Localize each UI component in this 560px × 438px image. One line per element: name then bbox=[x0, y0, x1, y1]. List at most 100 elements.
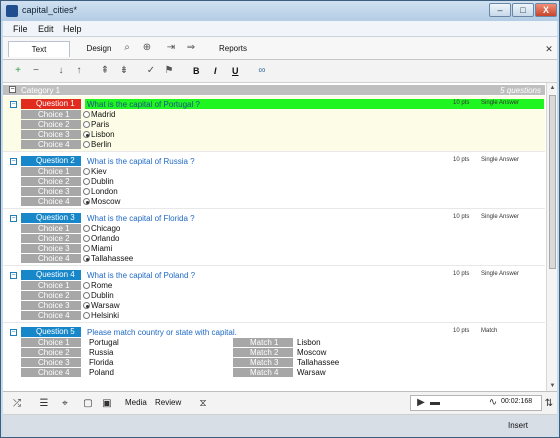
radio-button[interactable] bbox=[83, 245, 90, 252]
forward-icon[interactable]: ⇒ bbox=[185, 42, 197, 54]
collapse-icon[interactable]: − bbox=[10, 272, 17, 279]
question-2[interactable]: − Question 2 What is the capital of Russ… bbox=[3, 153, 545, 209]
question-3[interactable]: − Question 3 What is the capital of Flor… bbox=[3, 210, 545, 266]
category-header[interactable]: − Category 1 5 questions bbox=[3, 85, 545, 95]
choice-text[interactable]: Lisbon bbox=[91, 130, 115, 139]
match-text[interactable]: Lisbon bbox=[297, 338, 321, 347]
radio-button[interactable] bbox=[83, 188, 90, 195]
choice-text[interactable]: Rome bbox=[91, 281, 112, 290]
match-text[interactable]: Tallahassee bbox=[297, 358, 339, 367]
question-text[interactable]: What is the capital of Russia ? bbox=[87, 157, 195, 166]
collapse-icon[interactable]: − bbox=[10, 158, 17, 165]
question-4[interactable]: − Question 4 What is the capital of Pola… bbox=[3, 267, 545, 323]
choice-text[interactable]: Paris bbox=[91, 120, 109, 129]
choice-text[interactable]: Poland bbox=[89, 368, 114, 377]
add-icon[interactable]: + bbox=[12, 65, 24, 77]
sort-icon[interactable]: ⇅ bbox=[543, 398, 555, 410]
bold-button[interactable]: B bbox=[193, 66, 200, 76]
menu-help[interactable]: Help bbox=[63, 24, 82, 34]
timer-icon[interactable]: ⧖ bbox=[197, 398, 209, 410]
media-button[interactable]: Media bbox=[125, 398, 147, 407]
scroll-down-icon[interactable]: ▼ bbox=[549, 382, 556, 390]
question-header[interactable]: − Question 1 What is the capital of Port… bbox=[10, 99, 545, 109]
choice-text[interactable]: Dublin bbox=[91, 177, 114, 186]
list-icon[interactable]: ☰ bbox=[38, 398, 50, 410]
question-header[interactable]: − Question 5 Please match country or sta… bbox=[10, 327, 545, 337]
radio-button-selected[interactable] bbox=[83, 131, 90, 138]
match-text[interactable]: Moscow bbox=[297, 348, 326, 357]
radio-button[interactable] bbox=[83, 282, 90, 289]
question-header[interactable]: − Question 3 What is the capital of Flor… bbox=[10, 213, 545, 223]
underline-button[interactable]: U bbox=[232, 66, 239, 76]
stop-icon[interactable]: ▬ bbox=[429, 397, 441, 409]
reports-button[interactable]: Reports bbox=[213, 41, 253, 57]
delete-row-icon[interactable]: ⇟ bbox=[118, 65, 130, 77]
indent-icon[interactable]: ⇥ bbox=[165, 42, 177, 54]
question-1[interactable]: − Question 1 What is the capital of Port… bbox=[3, 96, 545, 152]
collapse-icon[interactable]: − bbox=[10, 101, 17, 108]
choice-text[interactable]: Tallahassee bbox=[91, 254, 133, 263]
question-text[interactable]: What is the capital of Portugal ? bbox=[87, 100, 200, 109]
question-text[interactable]: Please match country or state with capit… bbox=[87, 328, 237, 337]
zoom-icon[interactable]: ⌕ bbox=[121, 42, 133, 54]
radio-button[interactable] bbox=[83, 168, 90, 175]
radio-button[interactable] bbox=[83, 111, 90, 118]
collapse-icon[interactable]: − bbox=[10, 215, 17, 222]
choice-text[interactable]: Moscow bbox=[91, 197, 120, 206]
find-icon[interactable]: ⊕ bbox=[141, 42, 153, 54]
choice-text[interactable]: Russia bbox=[89, 348, 113, 357]
shuffle-icon[interactable]: ⤮ bbox=[11, 398, 23, 410]
italic-button[interactable]: I bbox=[214, 66, 217, 76]
remove-icon[interactable]: − bbox=[30, 65, 42, 77]
choice-text[interactable]: Portugal bbox=[89, 338, 119, 347]
collapse-icon[interactable]: − bbox=[9, 86, 16, 93]
question-header[interactable]: − Question 4 What is the capital of Pola… bbox=[10, 270, 545, 280]
choice-text[interactable]: Berlin bbox=[91, 140, 111, 149]
radio-button[interactable] bbox=[83, 235, 90, 242]
scroll-up-icon[interactable]: ▲ bbox=[549, 84, 556, 92]
radio-button[interactable] bbox=[83, 225, 90, 232]
check-icon[interactable]: ✓ bbox=[145, 65, 157, 77]
radio-button[interactable] bbox=[83, 121, 90, 128]
link-icon[interactable]: ∞ bbox=[256, 65, 268, 77]
radio-button[interactable] bbox=[83, 141, 90, 148]
match-text[interactable]: Warsaw bbox=[297, 368, 326, 377]
menu-file[interactable]: File bbox=[13, 24, 28, 34]
scroll-thumb[interactable] bbox=[549, 95, 556, 269]
close-panel-icon[interactable]: ✕ bbox=[543, 43, 555, 55]
vertical-scrollbar[interactable]: ▲ ▼ bbox=[546, 83, 557, 391]
question-5[interactable]: − Question 5 Please match country or sta… bbox=[3, 324, 545, 391]
tab-design[interactable]: Design bbox=[73, 41, 125, 57]
insert-button[interactable]: Insert bbox=[508, 421, 528, 430]
pin-icon[interactable]: ⌖ bbox=[59, 398, 71, 410]
choice-text[interactable]: Orlando bbox=[91, 234, 119, 243]
move-down-icon[interactable]: ↓ bbox=[55, 65, 67, 77]
minimize-button[interactable]: – bbox=[489, 3, 511, 17]
radio-button[interactable] bbox=[83, 178, 90, 185]
tab-text[interactable]: Text bbox=[8, 41, 70, 57]
choice-text[interactable]: Chicago bbox=[91, 224, 120, 233]
radio-button[interactable] bbox=[83, 312, 90, 319]
choice-text[interactable]: Madrid bbox=[91, 110, 115, 119]
radio-button-selected[interactable] bbox=[83, 198, 90, 205]
insert-row-icon[interactable]: ⇞ bbox=[99, 65, 111, 77]
close-button[interactable]: X bbox=[535, 3, 557, 17]
choice-text[interactable]: Kiev bbox=[91, 167, 107, 176]
review-button[interactable]: Review bbox=[155, 398, 181, 407]
radio-button-selected[interactable] bbox=[83, 255, 90, 262]
play-icon[interactable]: ▶ bbox=[415, 397, 427, 409]
question-text[interactable]: What is the capital of Poland ? bbox=[87, 271, 195, 280]
page-icon[interactable]: ▣ bbox=[101, 398, 113, 410]
document-icon[interactable]: ▢ bbox=[82, 398, 94, 410]
move-up-icon[interactable]: ↑ bbox=[73, 65, 85, 77]
radio-button-selected[interactable] bbox=[83, 302, 90, 309]
choice-text[interactable]: Warsaw bbox=[91, 301, 120, 310]
collapse-icon[interactable]: − bbox=[10, 329, 17, 336]
maximize-button[interactable]: □ bbox=[512, 3, 534, 17]
menu-edit[interactable]: Edit bbox=[38, 24, 54, 34]
choice-text[interactable]: Helsinki bbox=[91, 311, 119, 320]
choice-text[interactable]: Florida bbox=[89, 358, 113, 367]
question-header[interactable]: − Question 2 What is the capital of Russ… bbox=[10, 156, 545, 166]
choice-text[interactable]: Miami bbox=[91, 244, 112, 253]
question-text[interactable]: What is the capital of Florida ? bbox=[87, 214, 195, 223]
